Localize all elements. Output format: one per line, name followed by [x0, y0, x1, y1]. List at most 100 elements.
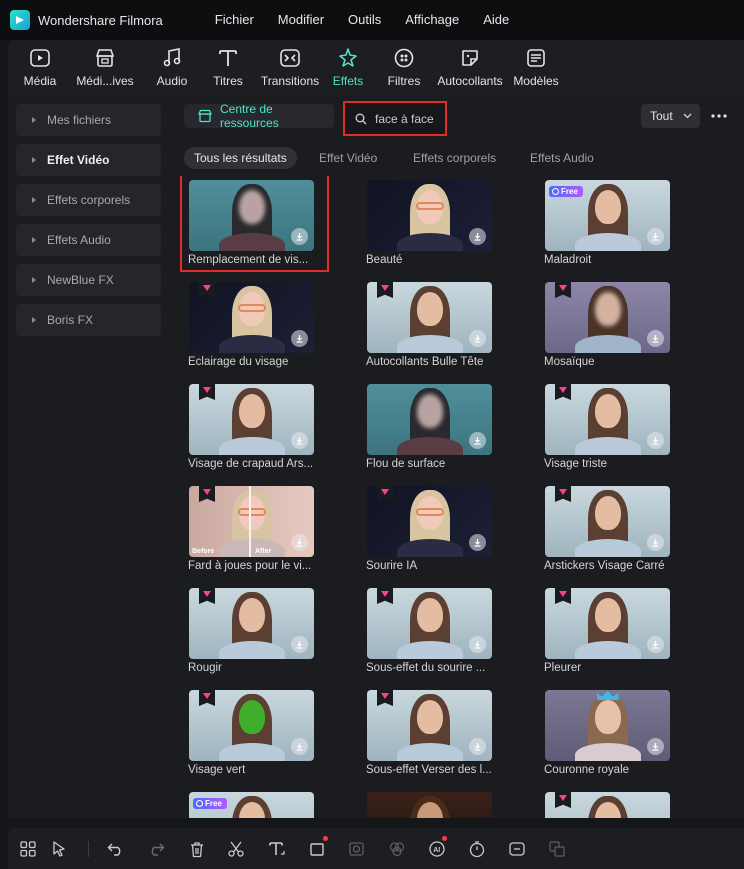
sidebar-item-effets-audio[interactable]: Effets Audio [16, 224, 161, 256]
effect-card[interactable]: Visage de crapaud Ars... [187, 382, 335, 478]
subtab-effets-audio[interactable]: Effets Audio [530, 147, 594, 169]
effect-thumbnail[interactable] [367, 180, 492, 251]
effect-thumbnail[interactable] [545, 588, 670, 659]
effect-thumbnail[interactable]: Free [545, 180, 670, 251]
download-icon[interactable] [647, 432, 664, 449]
download-icon[interactable] [291, 432, 308, 449]
effect-card[interactable]: Sous-effet Verser des l... [365, 688, 513, 784]
effect-thumbnail[interactable] [545, 690, 670, 761]
download-icon[interactable] [291, 636, 308, 653]
effect-card[interactable]: Sous-effet du sourire ... [365, 586, 513, 682]
effect-thumbnail[interactable] [545, 384, 670, 455]
ai-portrait-icon[interactable]: AI [427, 836, 447, 859]
effect-card[interactable]: Beauté [365, 178, 513, 274]
effect-thumbnail[interactable] [367, 792, 492, 818]
download-icon[interactable] [469, 432, 486, 449]
cut-icon[interactable] [226, 839, 246, 859]
resource-center-button[interactable]: Centre de ressources [184, 102, 334, 130]
effect-card[interactable]: Couronne royale [543, 688, 691, 784]
effect-card[interactable] [543, 790, 691, 818]
tab-audio[interactable]: Audio [153, 46, 191, 94]
tab-transitions[interactable]: Transitions [258, 46, 322, 94]
effect-card[interactable]: Visage vert [187, 688, 335, 784]
mask-icon[interactable] [347, 839, 367, 859]
effect-thumbnail[interactable] [545, 792, 670, 818]
effect-card[interactable]: Autocollants Bulle Tête [365, 280, 513, 376]
tab-effects[interactable]: Effets [331, 46, 365, 94]
subtab-effet-video[interactable]: Effet Vidéo [319, 147, 377, 169]
effect-thumbnail[interactable] [367, 384, 492, 455]
tab-filters[interactable]: Filtres [386, 46, 422, 94]
effect-card[interactable]: Free Maladroit [543, 178, 691, 274]
delete-icon[interactable] [187, 839, 207, 859]
tab-media[interactable]: Média [20, 46, 60, 94]
effect-card[interactable]: Before After Fard à joues pour le vi... [187, 484, 335, 580]
effect-thumbnail[interactable] [545, 486, 670, 557]
sidebar-item-boris-fx[interactable]: Boris FX [16, 304, 161, 336]
crop-icon[interactable] [308, 836, 328, 859]
effect-thumbnail[interactable] [367, 486, 492, 557]
subtab-effets-corporels[interactable]: Effets corporels [413, 147, 496, 169]
effect-thumbnail[interactable]: Free [189, 792, 314, 818]
menu-outils[interactable]: Outils [336, 0, 393, 40]
download-icon[interactable] [647, 534, 664, 551]
effect-thumbnail[interactable] [367, 690, 492, 761]
menu-aide[interactable]: Aide [471, 0, 521, 40]
download-icon[interactable] [469, 534, 486, 551]
more-options-button[interactable] [709, 106, 729, 126]
download-icon[interactable] [647, 330, 664, 347]
effect-thumbnail[interactable] [189, 690, 314, 761]
subtab-tous-les-resultats[interactable]: Tous les résultats [184, 147, 297, 169]
layout-grid-icon[interactable] [18, 839, 38, 859]
filter-dropdown[interactable]: Tout [641, 104, 700, 128]
download-icon[interactable] [469, 228, 486, 245]
download-icon[interactable] [469, 738, 486, 755]
effect-card[interactable]: Mosaïque [543, 280, 691, 376]
effect-card[interactable]: Éclairage du visage [187, 280, 335, 376]
effect-thumbnail[interactable] [189, 588, 314, 659]
effect-card[interactable] [365, 790, 513, 818]
sidebar-item-effet-video[interactable]: Effet Vidéo [16, 144, 161, 176]
tab-templates[interactable]: Modèles [511, 46, 561, 94]
effect-thumbnail[interactable] [189, 282, 314, 353]
download-icon[interactable] [647, 636, 664, 653]
undo-icon[interactable] [106, 839, 126, 859]
sidebar-item-newblue-fx[interactable]: NewBlue FX [16, 264, 161, 296]
effect-thumbnail[interactable] [367, 282, 492, 353]
download-icon[interactable] [291, 534, 308, 551]
effect-thumbnail[interactable]: Before After [189, 486, 314, 557]
timer-icon[interactable] [467, 839, 487, 859]
tab-stickers[interactable]: Autocollants [435, 46, 505, 94]
effect-thumbnail[interactable] [545, 282, 670, 353]
menu-affichage[interactable]: Affichage [393, 0, 471, 40]
text-tool-icon[interactable] [267, 839, 287, 859]
effect-thumbnail[interactable] [189, 384, 314, 455]
download-icon[interactable] [291, 330, 308, 347]
download-icon[interactable] [469, 330, 486, 347]
effect-card[interactable]: Visage triste [543, 382, 691, 478]
download-icon[interactable] [647, 228, 664, 245]
menu-modifier[interactable]: Modifier [266, 0, 336, 40]
search-input[interactable] [375, 111, 445, 126]
redo-icon[interactable] [146, 839, 166, 859]
effect-card[interactable]: Rougir [187, 586, 335, 682]
tab-titles[interactable]: Titres [210, 46, 246, 94]
effect-card[interactable]: Flou de surface [365, 382, 513, 478]
color-icon[interactable] [387, 839, 407, 859]
tab-stock-media[interactable]: Médi...ives [69, 46, 141, 94]
select-arrow-icon[interactable] [50, 839, 70, 859]
effect-card[interactable]: Pleurer [543, 586, 691, 682]
effect-card[interactable]: Sourire IA [365, 484, 513, 580]
effect-thumbnail[interactable] [367, 588, 492, 659]
effect-card[interactable]: Arstickers Visage Carré [543, 484, 691, 580]
translate-icon[interactable] [547, 839, 567, 859]
search-box[interactable] [343, 101, 447, 136]
download-icon[interactable] [469, 636, 486, 653]
speed-icon[interactable] [507, 839, 527, 859]
sidebar-item-mes-fichiers[interactable]: Mes fichiers [16, 104, 161, 136]
effect-card[interactable]: Remplacement de vis... [180, 176, 335, 274]
effect-card[interactable]: Free [187, 790, 335, 818]
menu-fichier[interactable]: Fichier [203, 0, 266, 40]
download-icon[interactable] [291, 738, 308, 755]
sidebar-item-effets-corporels[interactable]: Effets corporels [16, 184, 161, 216]
